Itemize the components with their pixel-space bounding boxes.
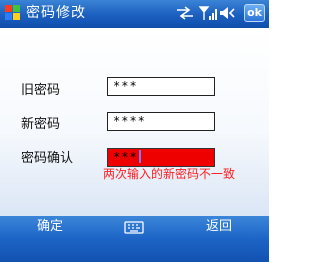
- error-message: 两次输入的新密码不一致: [103, 167, 236, 181]
- old-password-field[interactable]: ***: [107, 77, 215, 96]
- signal-icon[interactable]: [199, 6, 217, 20]
- new-password-label: 新密码: [21, 117, 61, 132]
- confirm-softkey[interactable]: 确定: [37, 219, 63, 235]
- old-password-value: ***: [113, 79, 138, 93]
- old-password-label: 旧密码: [21, 83, 61, 98]
- volume-icon[interactable]: [219, 6, 237, 20]
- password-form: 旧密码 *** 新密码 **** 密码确认 *** 两次输入的新密码不一致: [0, 28, 269, 216]
- confirm-password-value: ***: [113, 150, 138, 164]
- menu-bar: 确定 返回: [0, 216, 269, 262]
- confirm-password-field[interactable]: ***: [107, 148, 215, 167]
- back-softkey[interactable]: 返回: [206, 219, 232, 235]
- windows-start-icon[interactable]: [5, 5, 21, 21]
- sync-icon[interactable]: [175, 6, 195, 20]
- ok-button[interactable]: ok: [244, 4, 265, 22]
- new-password-field[interactable]: ****: [107, 112, 215, 131]
- app-title: 密码修改: [26, 5, 86, 21]
- title-bar: 密码修改 ok: [0, 0, 269, 28]
- new-password-value: ****: [113, 114, 146, 128]
- text-cursor: [138, 150, 141, 163]
- confirm-password-label: 密码确认: [21, 151, 74, 166]
- keyboard-icon[interactable]: [124, 219, 144, 235]
